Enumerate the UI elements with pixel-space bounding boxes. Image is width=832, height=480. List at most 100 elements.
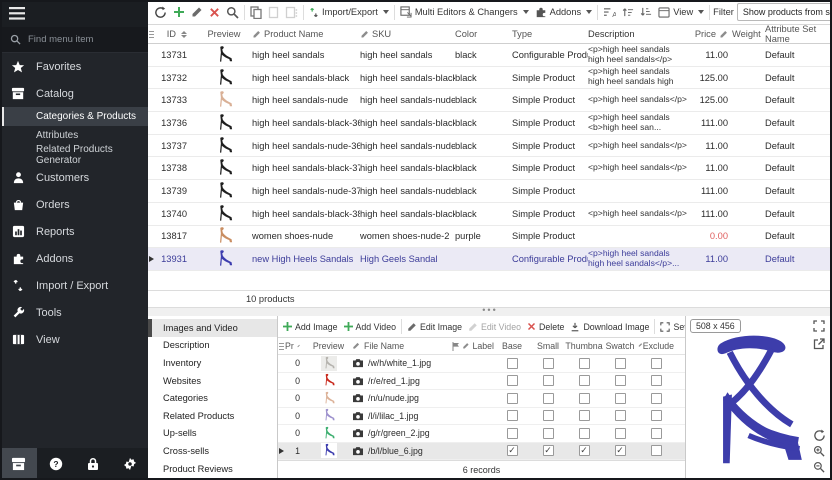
sidebar-item-reports[interactable]: Reports [0, 218, 148, 245]
open-external-icon[interactable] [813, 338, 826, 351]
column-header-pr[interactable]: Pr [285, 341, 305, 351]
column-header-label[interactable]: Label [462, 341, 494, 351]
swatch-checkbox[interactable] [615, 410, 626, 421]
swatch-checkbox[interactable] [615, 393, 626, 404]
sort-az-button[interactable]: A [600, 2, 619, 22]
column-header-color[interactable]: Color [455, 29, 512, 39]
sidebar-item-related-products-generator[interactable]: Related Products Generator [0, 145, 148, 164]
thumbnail-checkbox[interactable] [579, 358, 590, 369]
table-row[interactable]: 13732 high heel sandals-black high heel … [148, 67, 832, 90]
column-header-sku[interactable]: SKU [360, 29, 455, 39]
sidebar-item-favorites[interactable]: Favorites [0, 53, 148, 80]
table-row[interactable]: 13817 women shoes-nude women shoes-nude-… [148, 226, 832, 249]
lock-button[interactable] [74, 448, 111, 480]
refresh-button[interactable] [151, 2, 170, 22]
column-header-exclude[interactable]: Exclude [638, 341, 674, 351]
thumbnail-checkbox[interactable] [579, 393, 590, 404]
base-checkbox[interactable] [507, 428, 518, 439]
small-checkbox[interactable] [543, 410, 554, 421]
help-button[interactable]: ? [37, 448, 74, 480]
column-header-id[interactable]: ID [155, 29, 196, 39]
exclude-checkbox[interactable] [651, 410, 662, 421]
tab-description[interactable]: Description [148, 337, 277, 355]
table-row[interactable]: 13731 high heel sandals high heel sandal… [148, 44, 832, 67]
small-checkbox[interactable] [543, 358, 554, 369]
image-row-selected[interactable]: 1 /b/l/blue_6.jpg [278, 443, 685, 461]
table-row[interactable]: 13736 high heel sandals-black-36 high he… [148, 112, 832, 135]
search-products-button[interactable] [223, 2, 242, 22]
sidebar-item-catalog[interactable]: Catalog [0, 80, 148, 107]
add-product-button[interactable] [170, 2, 188, 22]
horizontal-splitter[interactable]: ••• [148, 308, 832, 316]
swatch-checkbox[interactable] [615, 445, 626, 456]
fullscreen-icon[interactable] [813, 320, 826, 333]
collapse-tree-button[interactable] [637, 2, 655, 22]
column-header-base[interactable]: Base [494, 341, 530, 351]
base-checkbox[interactable] [507, 445, 518, 456]
delete-product-button[interactable] [206, 2, 223, 22]
small-checkbox[interactable] [543, 445, 554, 456]
exclude-checkbox[interactable] [651, 428, 662, 439]
sidebar-item-import-export[interactable]: Import / Export [0, 272, 148, 299]
table-row[interactable]: 13733 high heel sandals-nude high heel s… [148, 89, 832, 112]
tab-product-reviews[interactable]: Product Reviews [148, 460, 277, 478]
base-checkbox[interactable] [507, 393, 518, 404]
table-row[interactable]: 13738 high heel sandals-black-37 high he… [148, 157, 832, 180]
column-header-thumbnail[interactable]: Thumbna [566, 341, 602, 351]
settings-button[interactable] [111, 448, 148, 480]
column-header-file-name[interactable]: File Name [352, 341, 450, 351]
edit-video-button[interactable]: Edit Video [465, 317, 524, 337]
column-header-small[interactable]: Small [530, 341, 566, 351]
addons-menu[interactable]: Addons [532, 2, 596, 22]
import-export-menu[interactable]: Import/Export [306, 2, 392, 22]
multi-editors-menu[interactable]: Multi Editors & Changers [397, 2, 532, 22]
small-checkbox[interactable] [543, 428, 554, 439]
sidebar-item-orders[interactable]: Orders [0, 191, 148, 218]
tab-websites[interactable]: Websites [148, 372, 277, 390]
expand-tree-button[interactable] [619, 2, 637, 22]
tab-related-products[interactable]: Related Products [148, 407, 277, 425]
zoom-in-icon[interactable] [813, 445, 826, 458]
exclude-checkbox[interactable] [651, 445, 662, 456]
column-header-flag[interactable] [450, 342, 462, 351]
thumbnail-checkbox[interactable] [579, 375, 590, 386]
tab-categories[interactable]: Categories [148, 389, 277, 407]
tab-up-sells[interactable]: Up-sells [148, 425, 277, 443]
base-checkbox[interactable] [507, 358, 518, 369]
add-video-button[interactable]: Add Video [341, 317, 399, 337]
base-checkbox[interactable] [507, 375, 518, 386]
swatch-checkbox[interactable] [615, 375, 626, 386]
row-expand-arrow[interactable] [279, 448, 284, 454]
column-header-type[interactable]: Type [512, 29, 588, 39]
column-header-weight[interactable]: Weight [732, 29, 763, 39]
column-header-preview[interactable]: Preview [196, 29, 252, 39]
thumbnail-checkbox[interactable] [579, 445, 590, 456]
tab-cross-sells[interactable]: Cross-sells [148, 442, 277, 460]
copy-button[interactable] [247, 2, 265, 22]
image-row[interactable]: 0 /g/r/green_2.jpg [278, 425, 685, 443]
rotate-icon[interactable] [813, 429, 826, 442]
sidebar-item-tools[interactable]: Tools [0, 299, 148, 326]
store-button[interactable] [0, 448, 37, 480]
search-input[interactable] [28, 34, 128, 45]
paste-button[interactable] [265, 2, 282, 22]
image-row[interactable]: 0 /w/h/white_1.jpg [278, 355, 685, 373]
zoom-out-icon[interactable] [813, 461, 826, 474]
tab-images-and-video[interactable]: Images and Video [148, 319, 277, 337]
hamburger-menu-button[interactable] [0, 0, 148, 27]
sidebar-item-view[interactable]: View [0, 326, 148, 353]
sidebar-item-attributes[interactable]: Attributes [0, 126, 148, 145]
column-header-preview[interactable]: Preview [305, 341, 352, 351]
thumbnail-checkbox[interactable] [579, 410, 590, 421]
image-row[interactable]: 0 /r/e/red_1.jpg [278, 373, 685, 391]
column-header-description[interactable]: Description [588, 29, 692, 40]
table-row-selected[interactable]: 13931 new High Heels Sandals High Geels … [148, 248, 832, 271]
add-image-button[interactable]: Add Image [280, 317, 341, 337]
column-header-product-name[interactable]: Product Name [252, 29, 360, 39]
category-filter-select[interactable]: Show products from selected categories [737, 3, 832, 21]
tab-inventory[interactable]: Inventory [148, 354, 277, 372]
column-header-attribute-set[interactable]: Attribute Set Name [763, 24, 830, 44]
base-checkbox[interactable] [507, 410, 518, 421]
view-menu[interactable]: View [655, 2, 707, 22]
sidebar-item-customers[interactable]: Customers [0, 164, 148, 191]
